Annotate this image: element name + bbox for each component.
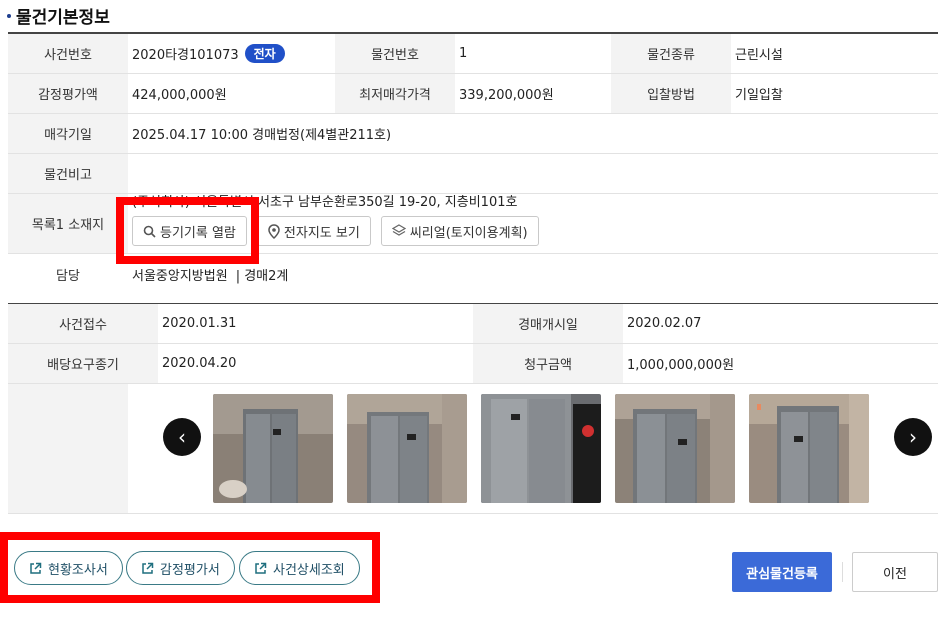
item-no-value: 1 (459, 46, 468, 61)
manager-dept: | 경매2계 (235, 268, 289, 284)
external-link-icon (29, 562, 42, 575)
bullet-icon (7, 13, 11, 18)
deadline-label: 배당요구종기 (8, 344, 158, 383)
survey-report-label: 현황조사서 (48, 562, 108, 578)
chevron-right-icon: › (909, 425, 917, 449)
manager-court: 서울중앙지방법원 (132, 268, 228, 284)
table-row: 배당요구종기 2020.04.20 청구금액 1,000,000,000원 (8, 344, 938, 384)
table-row: 사건번호 2020타경101073 전자 물건번호 1 물건종류 근린시설 (8, 34, 938, 74)
property-photo[interactable] (347, 394, 467, 503)
gallery-prev-button[interactable]: ‹ (163, 418, 201, 456)
case-no-value: 2020타경101073 (132, 48, 239, 63)
land-use-plan-label: 씨리얼(토지이용계획) (409, 225, 528, 241)
claim-label: 청구금액 (473, 344, 623, 383)
table-row: 매각기일 2025.04.17 10:00 경매법정(제4별관211호) (8, 114, 938, 154)
location-buttons: 등기기록 열람 전자지도 보기 씨리얼(토지이용계획) (132, 216, 539, 246)
table-row: 물건비고 (8, 154, 938, 194)
map-view-button[interactable]: 전자지도 보기 (256, 216, 371, 246)
min-price-value: 339,200,000원 (459, 88, 554, 103)
start-label: 경매개시일 (473, 304, 623, 343)
case-info-table: 사건접수 2020.01.31 경매개시일 2020.02.07 배당요구종기 … (8, 303, 938, 514)
item-type-value: 근린시설 (735, 48, 783, 63)
deadline-value: 2020.04.20 (162, 356, 237, 371)
chevron-left-icon: ‹ (178, 425, 186, 449)
sale-date-label: 매각기일 (8, 114, 128, 153)
map-pin-icon (268, 223, 280, 239)
appraisal-report-button[interactable]: 감정평가서 (126, 551, 235, 585)
table-row: 감정평가액 424,000,000원 최저매각가격 339,200,000원 입… (8, 74, 938, 114)
search-icon (143, 225, 156, 238)
survey-report-button[interactable]: 현황조사서 (14, 551, 123, 585)
section-title-text: 물건기본정보 (16, 8, 110, 28)
table-row: 사건접수 2020.01.31 경매개시일 2020.02.07 (8, 304, 938, 344)
note-value (128, 154, 938, 193)
registry-view-button[interactable]: 등기기록 열람 (132, 216, 247, 246)
photo-gallery: ‹ › (128, 384, 938, 513)
section-title: 물건기본정보 (7, 3, 110, 28)
min-price-label: 최저매각가격 (335, 74, 455, 113)
electronic-badge: 전자 (244, 44, 285, 63)
case-no-cell: 2020타경101073 전자 (128, 34, 335, 73)
item-type-label: 물건종류 (611, 34, 731, 73)
location-label: 목록1 소재지 (8, 194, 128, 253)
received-label: 사건접수 (8, 304, 158, 343)
registry-view-label: 등기기록 열람 (160, 225, 236, 241)
property-photo[interactable] (213, 394, 333, 503)
claim-value: 1,000,000,000원 (627, 358, 735, 373)
gallery-label-cell (8, 384, 128, 513)
case-no-label: 사건번호 (8, 34, 128, 73)
case-detail-label: 사건상세조회 (273, 562, 345, 578)
divider (842, 562, 843, 582)
appraisal-value: 424,000,000원 (132, 88, 227, 103)
item-info-table: 사건번호 2020타경101073 전자 물건번호 1 물건종류 근린시설 감정… (8, 32, 938, 294)
appraisal-label: 감정평가액 (8, 74, 128, 113)
appraisal-report-label: 감정평가서 (160, 562, 220, 578)
received-value: 2020.01.31 (162, 316, 237, 331)
previous-button[interactable]: 이전 (852, 552, 938, 592)
land-use-plan-button[interactable]: 씨리얼(토지이용계획) (380, 216, 539, 246)
map-view-label: 전자지도 보기 (283, 225, 360, 241)
sale-date-value: 2025.04.17 10:00 경매법정(제4별관211호) (132, 128, 392, 143)
item-no-label: 물건번호 (335, 34, 455, 73)
photo-gallery-row: ‹ › (8, 384, 938, 514)
case-detail-button[interactable]: 사건상세조회 (239, 551, 360, 585)
manager-cell: 서울중앙지방법원 | 경매2계 (128, 254, 938, 294)
table-row: 담당 서울중앙지방법원 | 경매2계 (8, 254, 938, 294)
external-link-icon (141, 562, 154, 575)
note-label: 물건비고 (8, 154, 128, 193)
layers-icon (391, 224, 406, 238)
external-link-icon (254, 562, 267, 575)
manager-label: 담당 (8, 254, 128, 294)
gallery-next-button[interactable]: › (894, 418, 932, 456)
property-photo[interactable] (615, 394, 735, 503)
bid-method-label: 입찰방법 (611, 74, 731, 113)
property-photo[interactable] (481, 394, 601, 503)
property-photo[interactable] (749, 394, 869, 503)
add-favorite-button[interactable]: 관심물건등록 (732, 552, 832, 592)
start-value: 2020.02.07 (627, 316, 702, 331)
location-address: (주식회사) 서울특별시 서초구 남부순환로350길 19-20, 지층비101… (132, 195, 518, 210)
bid-method-value: 기일입찰 (735, 88, 783, 103)
table-row: 목록1 소재지 (주식회사) 서울특별시 서초구 남부순환로350길 19-20… (8, 194, 938, 254)
location-cell: (주식회사) 서울특별시 서초구 남부순환로350길 19-20, 지층비101… (128, 194, 938, 253)
